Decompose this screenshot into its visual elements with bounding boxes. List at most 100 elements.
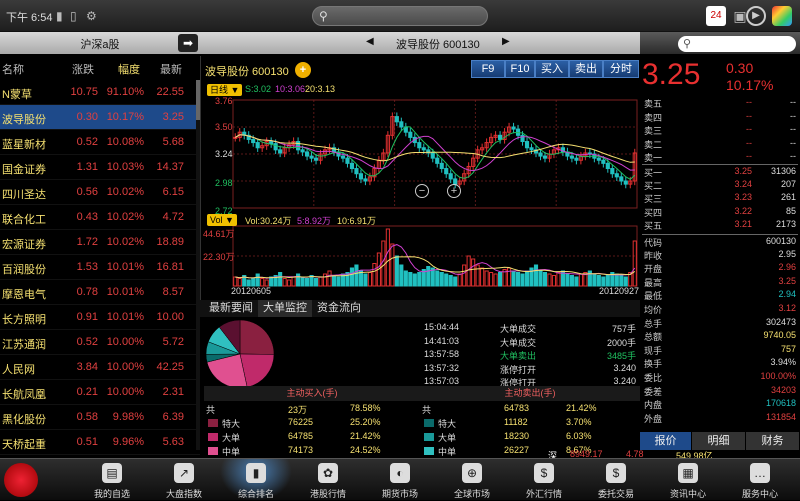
tab-detail[interactable]: 明细 [692,432,746,450]
tab-large-orders[interactable]: 大单监控 [258,300,312,317]
volume-bar [511,270,516,287]
date-end: 20120927 [599,286,640,296]
stock-last: 16.81 [156,261,184,273]
trade-price: 3.240 [613,376,636,386]
info-value: 3.12 [778,303,796,313]
trade-type: 大单卖出 [500,351,537,361]
volume-bar [457,273,462,287]
buy-button[interactable]: 买入 [535,60,569,78]
f10-button[interactable]: F10 [505,60,535,78]
stock-row[interactable]: 摩恩电气 0.78 10.01% 8.57 [0,280,200,305]
volume-bar [336,276,341,287]
stock-row[interactable]: 黑化股份 0.58 9.98% 6.39 [0,405,200,430]
volume-select[interactable]: Vol ▼ [207,214,237,226]
book-row[interactable]: 买二 3.24 207 [642,178,798,192]
flow-percent: 21.42% [350,431,381,441]
dock-item[interactable]: ▮ 综合排名 [220,459,292,501]
sell-button[interactable]: 卖出 [569,60,603,78]
zoom-in-icon[interactable]: + [447,184,461,198]
flow-volume: 26227 [504,445,530,455]
stock-row[interactable]: 百润股份 1.53 10.01% 16.81 [0,255,200,280]
arrow-right-icon[interactable]: ➡ [178,34,198,52]
dock-item[interactable]: $ 外汇行情 [508,459,580,501]
info-label: 开盘 [644,264,663,275]
intraday-button[interactable]: 分时 [603,60,639,78]
flow-percent: 25.20% [350,417,381,427]
app-logo-icon[interactable] [772,6,792,26]
f9-button[interactable]: F9 [471,60,505,78]
dock-icon: ✿ [318,463,338,483]
header-name[interactable]: 名称 [2,61,24,77]
stock-percent: 9.96% [112,436,144,448]
book-row[interactable]: 买三 3.23 261 [642,191,798,205]
dock-icon: ⊕ [462,463,482,483]
stock-row[interactable]: 联合化工 0.43 10.02% 4.72 [0,205,200,230]
next-stock-icon[interactable]: ▶ [502,36,510,47]
dock-item[interactable]: … 服务中心 [724,459,796,501]
stock-row[interactable]: N蒙草 10.75 91.10% 22.55 [0,80,200,105]
global-search-input[interactable]: ⚲ [312,6,488,26]
prev-stock-icon[interactable]: ◀ [366,36,374,47]
info-tabs: 最新要闻 大单监控 资金流向 [200,300,640,317]
volume-bar [367,272,372,287]
stock-last: 5.68 [162,136,184,148]
stock-row[interactable]: 长方照明 0.91 10.01% 10.00 [0,305,200,330]
book-row[interactable]: 买一 3.25 31306 [642,164,798,178]
add-favorite-icon[interactable]: + [295,62,311,78]
dock-item[interactable]: $ 委托交易 [580,459,652,501]
book-row[interactable]: 卖一 -- -- [642,150,798,164]
stock-row[interactable]: 国金证券 1.31 10.03% 14.37 [0,155,200,180]
candle-body [349,162,355,170]
stock-row[interactable]: 宏源证券 1.72 10.02% 18.89 [0,230,200,255]
header-last[interactable]: 最新 [160,61,182,77]
kline-chart [232,99,638,287]
book-row[interactable]: 买四 3.22 85 [642,205,798,219]
dock-item[interactable]: ▦ 资讯中心 [652,459,724,501]
tab-news[interactable]: 最新要闻 [204,300,258,317]
header-change[interactable]: 涨跌 [72,61,94,77]
stock-row[interactable]: 四川圣达 0.56 10.02% 6.15 [0,180,200,205]
dock-item[interactable]: ⊕ 全球市场 [436,459,508,501]
tab-fund-flow[interactable]: 资金流向 [312,300,366,317]
stock-row[interactable]: 天桥起重 0.51 9.96% 5.63 [0,430,200,455]
tab-finance[interactable]: 财务 [746,432,800,450]
dock-icon: $ [606,463,626,483]
book-level: 卖四 [644,112,663,123]
stock-name: 江苏通润 [2,339,46,351]
dock-item[interactable]: ◐ 期货市场 [364,459,436,501]
stock-row[interactable]: 长航凤凰 0.21 10.00% 2.31 [0,380,200,405]
info-value: 2.96 [778,262,796,273]
book-row[interactable]: 卖二 -- -- [642,137,798,151]
stock-search-input[interactable]: ⚲ [678,36,796,52]
dock-item[interactable]: ↗ 大盘指数 [148,459,220,501]
flow-row: 中单 74173 24.52% [204,444,420,457]
book-row[interactable]: 卖三 -- -- [642,123,798,137]
stock-percent: 10.01% [106,311,144,323]
stock-row[interactable]: 人民网 3.84 10.00% 42.25 [0,355,200,380]
dock-item[interactable]: ✿ 港股行情 [292,459,364,501]
stock-row[interactable]: 江苏通润 0.52 10.00% 5.72 [0,330,200,355]
flow-swatch [208,433,218,441]
candle-body [511,126,516,130]
kline-period-select[interactable]: 日线 ▼ [207,84,243,96]
dock-item[interactable]: ▤ 我的自选 [76,459,148,501]
stock-last: 18.89 [156,236,184,248]
candle-body [601,159,606,164]
calendar-icon[interactable]: 24 [706,6,726,26]
book-volume: -- [790,151,796,162]
market-selector[interactable]: 沪深a股 ➡ [0,32,200,54]
book-row[interactable]: 卖四 -- -- [642,110,798,124]
book-row[interactable]: 卖五 -- -- [642,96,798,110]
book-price: -- [746,97,752,107]
sd-card-icon: ▮ [56,9,63,23]
stock-row[interactable]: 波导股份 0.30 10.17% 3.25 [0,105,200,130]
play-icon[interactable]: ▶ [746,6,766,26]
zoom-out-icon[interactable]: − [415,184,429,198]
info-label: 外盘 [644,413,663,424]
home-logo-icon[interactable] [4,463,38,497]
candle-body [300,149,305,153]
header-percent[interactable]: 幅度 [118,61,140,77]
stock-row[interactable]: 蓝星新材 0.52 10.08% 5.68 [0,130,200,155]
tab-quote[interactable]: 报价 [640,432,692,450]
book-row[interactable]: 买五 3.21 2173 [642,218,798,232]
